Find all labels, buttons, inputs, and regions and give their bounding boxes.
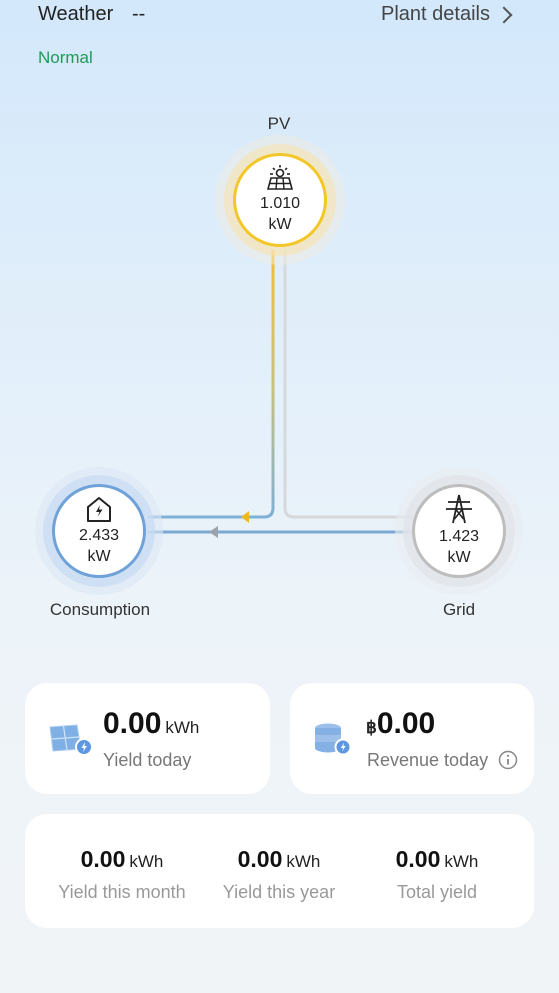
pv-label: PV	[267, 114, 291, 133]
grid-power-value: 1.423	[438, 528, 480, 545]
solar-panel-yield-icon	[49, 724, 93, 756]
consumption-power-value: 2.433	[78, 527, 120, 544]
revenue-today-value: 0.00	[376, 707, 436, 740]
grid-label: Grid	[442, 600, 476, 619]
yield-today-value: 0.00	[103, 707, 162, 740]
revenue-today-card[interactable]: ฿0.00 Revenue today	[290, 683, 534, 794]
yield-this-year-stat[interactable]: 0.00 kWh Yield this year	[194, 846, 364, 903]
yield-this-year-unit: kWh	[286, 852, 321, 871]
grid-power-unit: kW	[447, 549, 471, 566]
pv-power-unit: kW	[268, 216, 292, 233]
total-yield-value: 0.00	[395, 846, 441, 872]
energy-flow-diagram	[148, 250, 412, 538]
consumption-label: Consumption	[49, 600, 151, 619]
info-icon[interactable]	[498, 750, 518, 770]
revenue-today-caption: Revenue today	[367, 750, 489, 770]
yield-this-month-caption: Yield this month	[58, 882, 186, 902]
house-lightning-icon	[87, 497, 111, 522]
pv-to-consumption-line	[148, 250, 275, 519]
yield-this-month-value: 0.00	[80, 846, 126, 872]
yield-this-year-value: 0.00	[237, 846, 283, 872]
flow-arrow-grey	[209, 526, 218, 538]
pv-node[interactable]: 1.010 kW	[233, 153, 327, 247]
pv-to-grid-line	[283, 250, 412, 519]
consumption-node[interactable]: 2.433 kW	[52, 484, 146, 578]
coins-stack-icon	[315, 723, 352, 756]
total-yield-caption: Total yield	[396, 882, 478, 902]
yield-today-card[interactable]: 0.00 kWh Yield today	[25, 683, 270, 794]
total-yield-unit: kWh	[444, 852, 479, 871]
yield-summary-card: 0.00 kWh Yield this month 0.00 kWh Yield t…	[25, 814, 534, 928]
pv-power-value: 1.010	[259, 195, 301, 212]
yield-today-unit: kWh	[165, 718, 200, 737]
yield-this-month-stat[interactable]: 0.00 kWh Yield this month	[37, 846, 207, 903]
solar-panel-icon	[266, 165, 294, 190]
yield-today-caption: Yield today	[103, 750, 192, 770]
consumption-power-unit: kW	[87, 548, 111, 565]
yield-this-year-caption: Yield this year	[222, 882, 336, 902]
flow-arrow-yellow	[241, 511, 249, 523]
power-tower-icon	[446, 494, 472, 524]
grid-node[interactable]: 1.423 kW	[412, 484, 506, 578]
yield-this-month-unit: kWh	[129, 852, 164, 871]
currency-symbol: ฿	[366, 718, 377, 737]
total-yield-stat[interactable]: 0.00 kWh Total yield	[352, 846, 522, 903]
